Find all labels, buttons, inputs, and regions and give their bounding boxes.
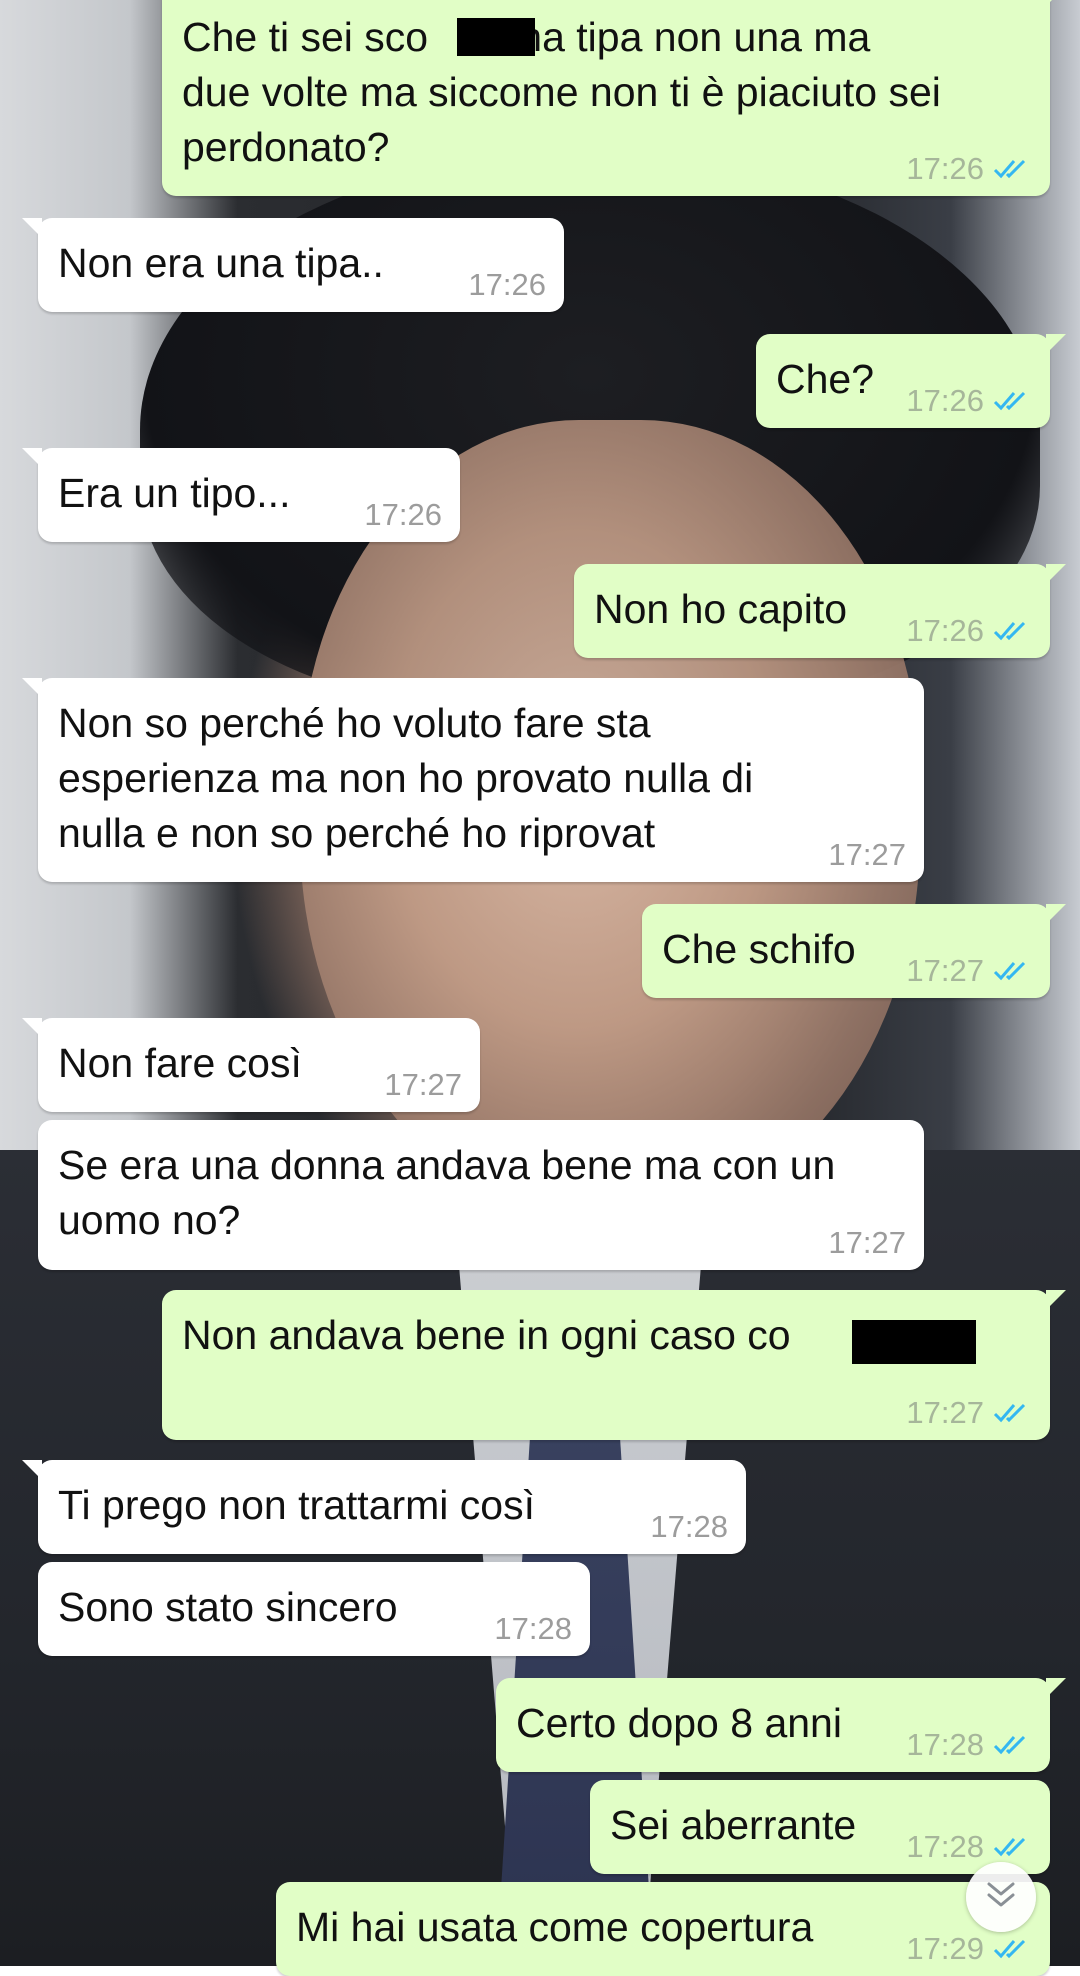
message-incoming[interactable]: Ti prego non trattarmi così 17:28: [22, 1460, 746, 1554]
message-outgoing[interactable]: Che? 17:26: [756, 334, 1066, 428]
double-check-icon: [992, 1401, 1032, 1425]
message-meta: 17:27: [384, 1068, 462, 1102]
message-incoming[interactable]: Non era una tipa.. 17:26: [22, 218, 564, 312]
double-check-icon: [992, 389, 1032, 413]
message-incoming[interactable]: Era un tipo... 17:26: [22, 448, 460, 542]
chat-messages[interactable]: Che ti sei sco o una tipa non una ma due…: [0, 0, 1080, 1976]
message-meta: 17:27: [906, 954, 1032, 988]
message-meta: 17:26: [906, 384, 1032, 418]
message-incoming[interactable]: Se era una donna andava bene ma con un u…: [38, 1120, 924, 1270]
message-time: 17:27: [828, 837, 906, 872]
double-check-icon: [992, 1937, 1032, 1961]
message-text: Se era una donna andava bene ma con un u…: [58, 1142, 836, 1243]
message-outgoing[interactable]: Non andava bene in ogni caso co 17:27: [162, 1290, 1066, 1440]
chevron-double-down-icon: [983, 1880, 1019, 1915]
message-outgoing[interactable]: Sei aberrante 17:28: [590, 1780, 1050, 1874]
message-incoming[interactable]: Sono stato sincero 17:28: [38, 1562, 590, 1656]
message-meta: 17:27: [828, 1226, 906, 1260]
message-outgoing[interactable]: Non ho capito 17:26: [574, 564, 1066, 658]
message-meta: 17:26: [364, 498, 442, 532]
message-meta: 17:26: [906, 614, 1032, 648]
double-check-icon: [992, 959, 1032, 983]
message-meta: 17:28: [650, 1510, 728, 1544]
message-outgoing[interactable]: Che schifo 17:27: [642, 904, 1066, 998]
message-text: Non so perché ho voluto fare sta esperie…: [58, 700, 754, 856]
message-meta: 17:29: [906, 1932, 1032, 1966]
double-check-icon: [992, 157, 1032, 181]
message-time: 17:28: [650, 1509, 728, 1544]
message-time: 17:29: [906, 1931, 984, 1966]
message-text: Che ti sei sco o una tipa non una ma due…: [182, 14, 941, 170]
message-time: 17:26: [468, 267, 546, 302]
message-incoming[interactable]: Non so perché ho voluto fare sta esperie…: [22, 678, 924, 882]
message-time: 17:28: [906, 1829, 984, 1864]
redaction-box: [852, 1320, 976, 1364]
message-meta: 17:28: [494, 1612, 572, 1646]
message-meta: 17:28: [906, 1728, 1032, 1762]
message-time: 17:26: [906, 151, 984, 186]
redaction-box: [457, 18, 535, 56]
scroll-down-button[interactable]: [966, 1862, 1036, 1932]
message-time: 17:27: [828, 1225, 906, 1260]
message-time: 17:26: [364, 497, 442, 532]
message-time: 17:26: [906, 613, 984, 648]
message-meta: 17:26: [906, 152, 1032, 186]
message-time: 17:27: [384, 1067, 462, 1102]
message-meta: 17:27: [828, 838, 906, 872]
message-time: 17:27: [906, 1395, 984, 1430]
message-time: 17:27: [906, 953, 984, 988]
message-meta: 17:26: [468, 268, 546, 302]
message-text: Sono stato sincero: [58, 1584, 398, 1630]
double-check-icon: [992, 619, 1032, 643]
message-outgoing[interactable]: Mi hai usata come copertura 17:29: [276, 1882, 1050, 1976]
message-text: Ti prego non trattarmi così: [58, 1482, 536, 1528]
message-time: 17:28: [906, 1727, 984, 1762]
message-meta: 17:27: [906, 1396, 1032, 1430]
double-check-icon: [992, 1733, 1032, 1757]
message-outgoing[interactable]: Certo dopo 8 anni 17:28: [496, 1678, 1066, 1772]
message-time: 17:28: [494, 1611, 572, 1646]
double-check-icon: [992, 1835, 1032, 1859]
message-meta: 17:28: [906, 1830, 1032, 1864]
message-outgoing[interactable]: Che ti sei sco o una tipa non una ma due…: [162, 0, 1066, 196]
message-time: 17:26: [906, 383, 984, 418]
message-incoming[interactable]: Non fare così 17:27: [22, 1018, 480, 1112]
